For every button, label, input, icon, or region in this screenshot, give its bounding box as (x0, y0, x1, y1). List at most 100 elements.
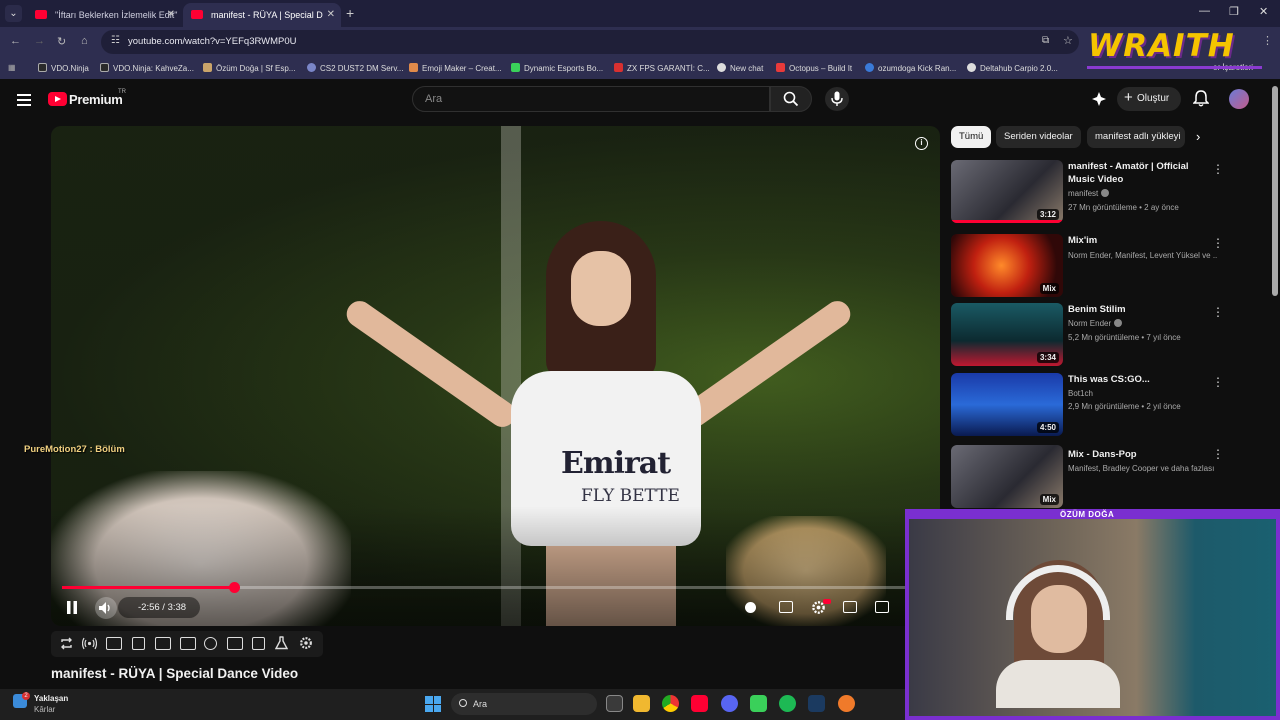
video-thumbnail[interactable]: 4:50 (951, 373, 1063, 436)
theater-icon[interactable] (180, 637, 196, 650)
volume-button[interactable] (95, 597, 117, 619)
bookmark-item[interactable]: Dynamic Esports Bo... (511, 63, 603, 73)
camera-icon[interactable] (252, 637, 265, 650)
forward-icon[interactable]: → (34, 35, 45, 47)
premium-sparkle-icon[interactable] (1091, 91, 1107, 107)
pause-icon[interactable] (66, 601, 78, 614)
create-button[interactable]: Oluştur (1117, 86, 1181, 111)
back-icon[interactable]: ← (10, 35, 21, 47)
more-actions-icon[interactable]: ⋮ (1212, 447, 1224, 461)
bookmark-item[interactable]: CS2 DUST2 DM Serv... (307, 63, 403, 73)
flask-icon[interactable] (275, 636, 288, 650)
browser-menu-icon[interactable]: ⋮ (1262, 34, 1273, 47)
menu-icon[interactable] (17, 94, 31, 109)
home-icon[interactable]: ⌂ (81, 35, 88, 47)
maximize-icon[interactable]: ❐ (1229, 5, 1239, 18)
minimize-icon[interactable]: — (1199, 5, 1210, 17)
bookmark-star-icon[interactable]: ☆ (1063, 34, 1073, 47)
new-tab-button[interactable]: + (346, 5, 354, 21)
taskbar-search[interactable]: Ara (451, 693, 597, 715)
app-icon[interactable] (838, 695, 855, 712)
bookmark-item[interactable]: VDO.Ninja: KahveZa... (100, 63, 194, 73)
video-thumbnail[interactable]: Mix (951, 445, 1063, 508)
bookmark-item[interactable]: Octopus – Build It (776, 63, 852, 73)
youtube-app-icon[interactable] (691, 695, 708, 712)
reload-icon[interactable]: ↻ (57, 35, 66, 48)
bookmark-item[interactable]: VDO.Ninja (38, 63, 89, 73)
more-actions-icon[interactable]: ⋮ (1212, 305, 1224, 319)
bookmark-item[interactable]: New chat (717, 63, 763, 73)
notifications-bell-icon[interactable] (1193, 90, 1209, 107)
recommendation-title[interactable]: manifest - Amatör | Official Music Video (1068, 160, 1218, 186)
youtube-logo-icon[interactable] (48, 92, 67, 106)
recommendation-item[interactable]: 4:50 This was CS:GO... Bot1ch 2,9 Mn gör… (951, 373, 1266, 437)
file-explorer-icon[interactable] (633, 695, 650, 712)
search-button[interactable] (770, 86, 812, 112)
windows-start-icon[interactable] (425, 696, 441, 712)
recommendation-title[interactable]: Mix'im (1068, 234, 1218, 247)
apps-icon[interactable]: ▦ (8, 63, 16, 72)
browser-tab-1[interactable]: "İftarı Beklerken İzlemelik Edit" ✕ (27, 3, 181, 27)
chip-series[interactable]: Seriden videolar (996, 126, 1081, 148)
bookmark-item[interactable]: ozumdoga Kick Ran... (865, 63, 956, 73)
recommendation-item[interactable]: Mix Mix'im Norm Ender, Manifest, Levent … (951, 234, 1266, 298)
add-clip-icon[interactable] (227, 637, 243, 650)
task-view-icon[interactable] (606, 695, 623, 712)
bookmark-item[interactable]: ZX FPS GARANTİ: C... (614, 63, 710, 73)
chip-uploader[interactable]: manifest adlı yükleyi (1087, 126, 1185, 148)
recommendation-item[interactable]: 3:12 manifest - Amatör | Official Music … (951, 160, 1266, 224)
cinema-mode-icon[interactable] (132, 637, 145, 650)
browser-tab-2[interactable]: manifest - RÜYA | Special D ✕ (183, 3, 341, 27)
screenshot-icon[interactable] (106, 637, 122, 650)
voice-search-button[interactable] (825, 87, 849, 111)
site-info-icon[interactable]: ☷ (111, 35, 120, 46)
more-actions-icon[interactable]: ⋮ (1212, 162, 1224, 176)
address-field[interactable]: ☷ youtube.com/watch?v=YEFq3RWMP0U ⧉ ☆ (101, 30, 1079, 54)
video-thumbnail[interactable]: Mix (951, 234, 1063, 297)
tab-search-button[interactable]: ⌄ (5, 5, 22, 22)
steam-icon[interactable] (808, 695, 825, 712)
recommendation-item[interactable]: Mix Mix - Dans-Pop Manifest, Bradley Coo… (951, 445, 1266, 509)
youtube-premium-logo[interactable]: Premium (69, 92, 123, 107)
miniplayer-icon[interactable] (843, 601, 857, 613)
more-actions-icon[interactable]: ⋮ (1212, 375, 1224, 389)
account-avatar[interactable] (1229, 89, 1249, 109)
loop-icon[interactable] (60, 637, 73, 650)
page-scrollbar[interactable] (1272, 86, 1278, 296)
extension-settings-icon[interactable] (299, 636, 313, 650)
chrome-icon[interactable] (662, 695, 679, 712)
recommendation-title[interactable]: Mix - Dans-Pop (1068, 448, 1218, 461)
search-input[interactable]: Ara (412, 86, 770, 112)
close-window-icon[interactable]: ✕ (1259, 5, 1268, 18)
subtitles-icon[interactable] (779, 601, 793, 613)
autoplay-toggle[interactable] (745, 602, 756, 613)
video-thumbnail[interactable]: 3:34 (951, 303, 1063, 366)
discord-icon[interactable] (721, 695, 738, 712)
video-player[interactable]: Emirat FLY BETTE i -2:56 / 3:38 (51, 126, 940, 626)
progress-bar[interactable] (62, 582, 924, 593)
close-tab-icon[interactable]: ✕ (167, 3, 175, 27)
chip-all[interactable]: Tümü (951, 126, 992, 148)
info-icon[interactable]: i (915, 137, 928, 150)
chevron-right-icon[interactable]: › (1196, 129, 1200, 144)
more-actions-icon[interactable]: ⋮ (1212, 236, 1224, 250)
install-app-icon[interactable]: ⧉ (1042, 35, 1049, 46)
broadcast-icon[interactable] (82, 637, 97, 650)
channel-name[interactable]: Norm Ender (1068, 319, 1218, 328)
channel-name[interactable]: Manifest, Bradley Cooper ve daha fazlası (1068, 464, 1218, 473)
cast-icon[interactable] (875, 601, 889, 613)
popup-player-icon[interactable] (155, 637, 171, 650)
bookmark-item[interactable]: Özüm Doğa | Sf Esp... (203, 63, 295, 73)
channel-name[interactable]: manifest (1068, 189, 1218, 198)
speed-icon[interactable] (204, 637, 217, 650)
spotify-icon[interactable] (779, 695, 796, 712)
video-thumbnail[interactable]: 3:12 (951, 160, 1063, 223)
close-tab-icon[interactable]: ✕ (327, 3, 335, 27)
recommendation-item[interactable]: 3:34 Benim Stilim Norm Ender 5,2 Mn görü… (951, 303, 1266, 367)
recommendation-title[interactable]: This was CS:GO... (1068, 373, 1218, 386)
bookmark-item[interactable]: Emoji Maker – Creat... (409, 63, 502, 73)
bookmark-item[interactable]: Deltahub Carpio 2.0... (967, 63, 1058, 73)
channel-name[interactable]: Norm Ender, Manifest, Levent Yüksel ve .… (1068, 251, 1218, 260)
app-icon[interactable] (750, 695, 767, 712)
channel-name[interactable]: Bot1ch (1068, 389, 1218, 398)
